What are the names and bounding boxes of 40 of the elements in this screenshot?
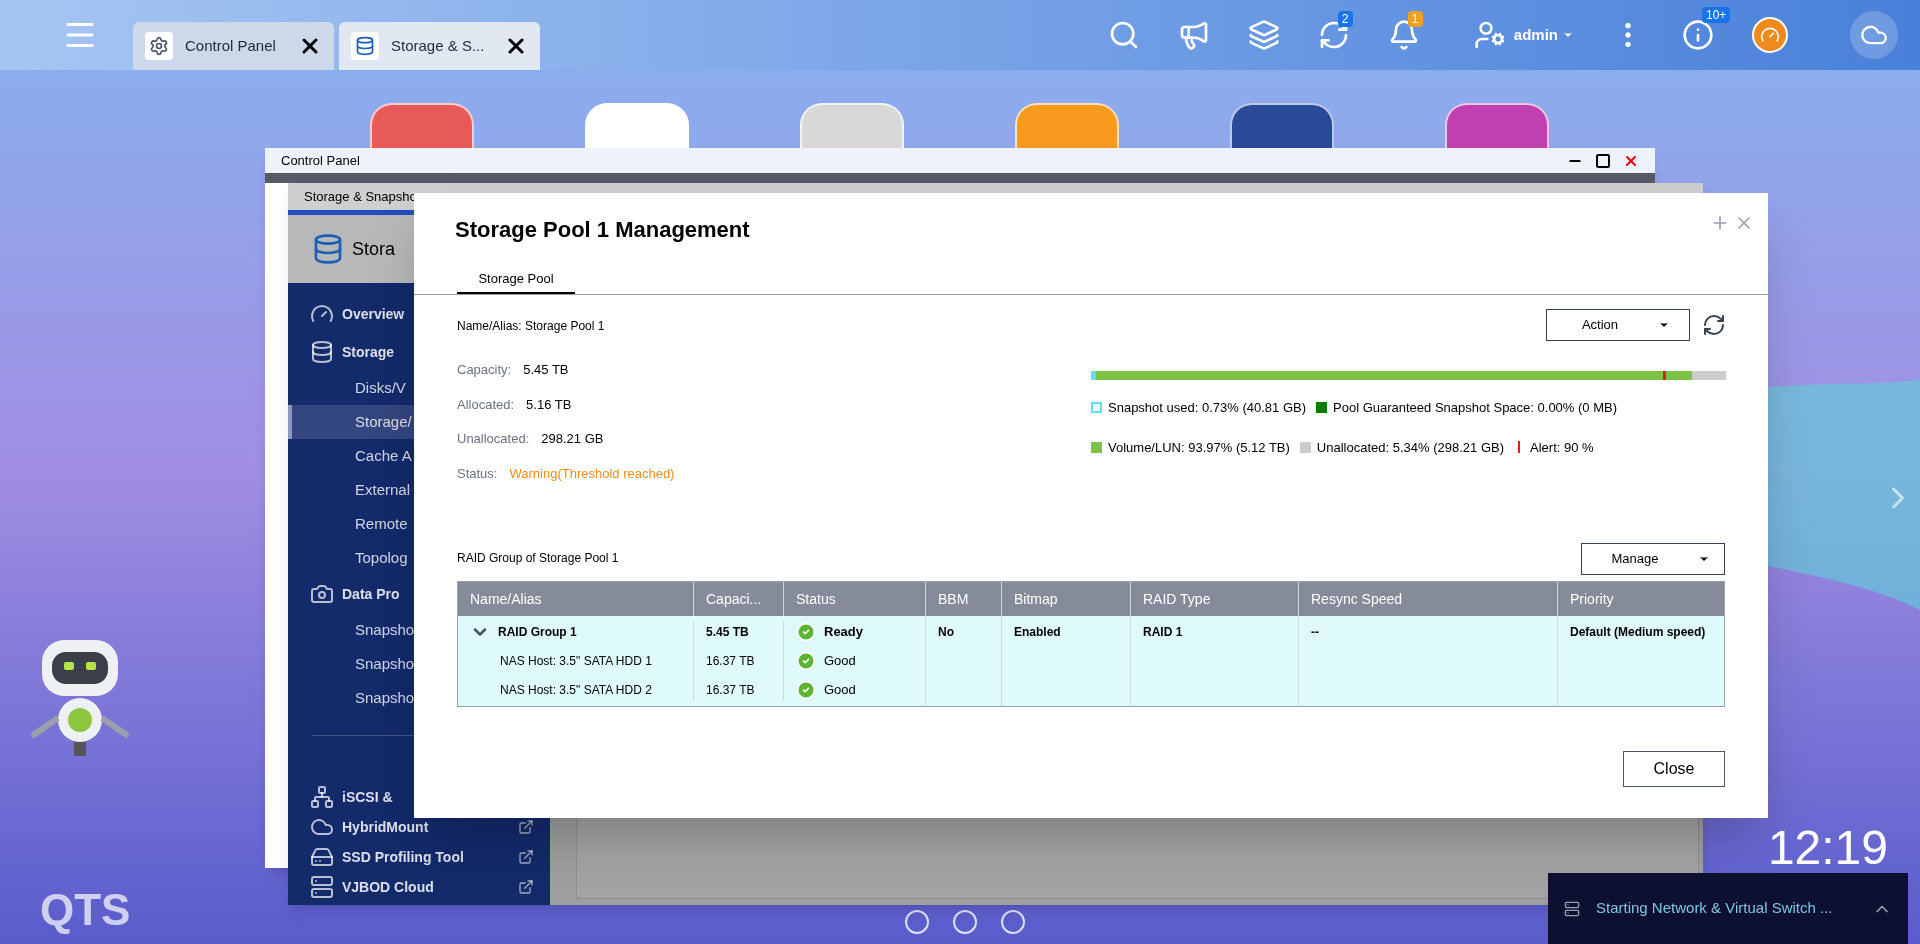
notification-text: Starting Network & Virtual Switch ...: [1596, 898, 1833, 919]
table-cell-text: RAID 1: [1143, 624, 1184, 641]
table-cell-text: NAS Host: 3.5" SATA HDD 2: [499, 682, 653, 699]
property-label: Status:: [457, 464, 498, 483]
tab-label: Control Panel: [185, 35, 277, 56]
section-title: RAID Group of Storage Pool 1: [457, 550, 619, 567]
qts-logo: QTS: [40, 888, 131, 932]
table-cell-text: 16.37 TB: [706, 653, 756, 670]
app-title: Stora: [352, 237, 396, 261]
legend-label: Volume/LUN: 93.97% (5.12 TB): [1108, 438, 1290, 457]
table-cell-text: 5.45 TB: [706, 624, 750, 641]
property-label: Unallocated:: [457, 430, 530, 448]
property-value: Warning(Threshold reached): [509, 464, 675, 483]
window-title: Control Panel: [281, 151, 360, 170]
property-value: 298.21 GB: [541, 430, 604, 448]
table-cell-text: No: [938, 624, 955, 641]
table-cell-text: --: [1311, 624, 1320, 641]
legend-label: Pool Guaranteed Snapshot Space: 0.00% (0 MB): [1333, 399, 1618, 417]
count-badge: 2: [1337, 11, 1353, 27]
table-cell-text: Default (Medium speed): [1570, 624, 1707, 641]
status-text: Good: [824, 681, 856, 700]
legend-label: Alert: 90 %: [1530, 438, 1594, 457]
table-cell-text: RAID Group 1: [498, 624, 577, 641]
tab-label: Storage & S...: [391, 35, 486, 56]
property-label: Allocated:: [457, 395, 515, 414]
clock: 12:19: [1767, 824, 1888, 872]
property-value: 5.45 TB: [523, 361, 569, 379]
name-alias: Name/Alias: Storage Pool 1: [457, 318, 606, 335]
property-label: Capacity:: [457, 361, 512, 379]
count-badge: 1: [1407, 11, 1423, 27]
status-text: Ready: [824, 623, 864, 642]
dialog-title: Storage Pool 1 Management: [455, 216, 750, 244]
table-cell-text: 16.37 TB: [706, 682, 756, 699]
table-cell-text: Enabled: [1014, 624, 1062, 641]
table-cell-text: NAS Host: 3.5" SATA HDD 1: [499, 653, 653, 670]
count-badge: 10+: [1702, 7, 1731, 23]
property-value: 5.16 TB: [526, 395, 572, 414]
legend-label: Unallocated: 5.34% (298.21 GB): [1316, 438, 1505, 457]
legend-label: Snapshot used: 0.73% (40.81 GB): [1108, 399, 1306, 417]
status-text: Good: [824, 652, 856, 671]
